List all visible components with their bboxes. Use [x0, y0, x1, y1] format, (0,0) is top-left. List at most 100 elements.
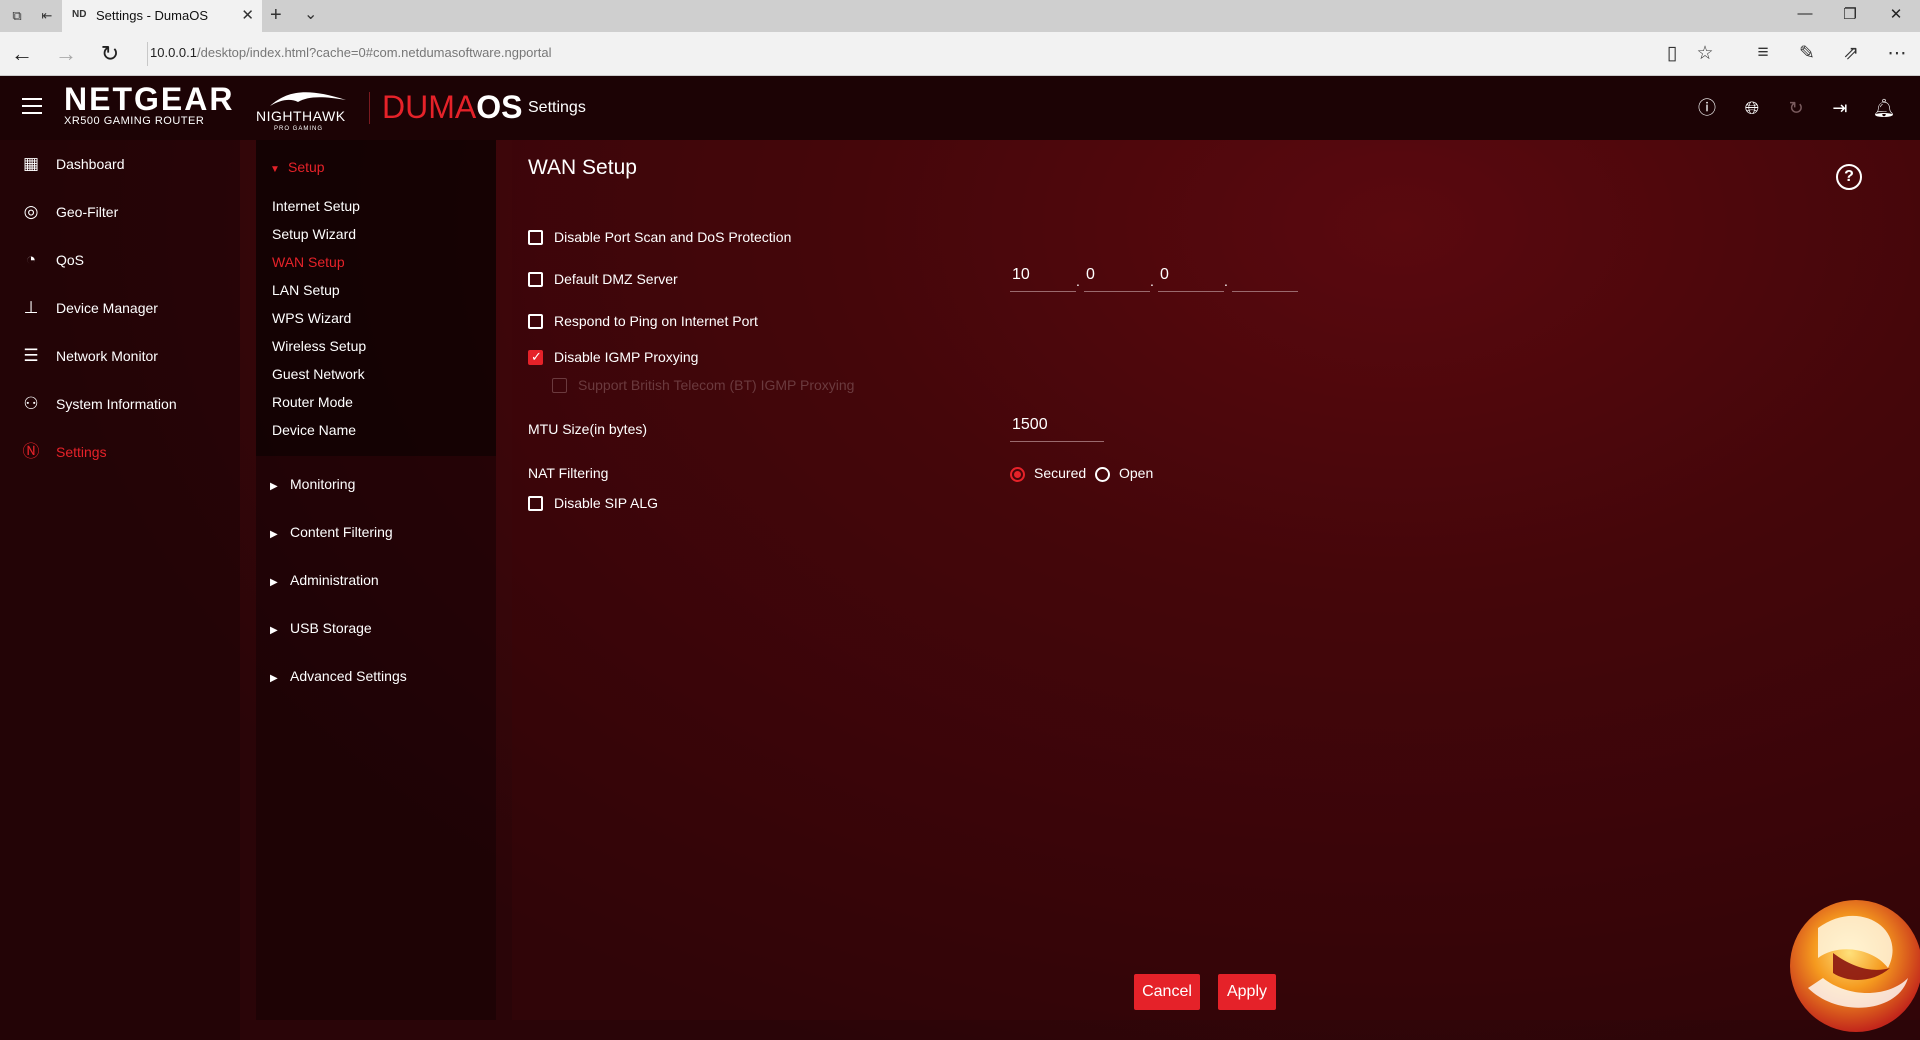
reading-view-icon[interactable]: ▯ [1659, 42, 1685, 65]
nav-item-device-manager[interactable]: ⊥ Device Manager [0, 288, 240, 328]
nav-label: Settings [56, 444, 107, 460]
update-icon[interactable]: ↻ [1784, 96, 1808, 120]
subnav-item-setup-wizard[interactable]: Setup Wizard [272, 226, 356, 242]
ip-dot: . [1150, 273, 1154, 289]
dmz-ip-octet-2[interactable]: 0 [1084, 262, 1150, 292]
ip-dot: . [1076, 273, 1080, 289]
checkbox[interactable] [528, 230, 543, 245]
nav-item-settings[interactable]: Ⓝ Settings [0, 432, 240, 472]
mtu-input[interactable]: 1500 [1010, 410, 1104, 442]
mtu-label: MTU Size(in bytes) [528, 421, 648, 437]
qos-icon: ◔ [25, 250, 37, 269]
triangle-right-icon: ▶ [270, 577, 278, 588]
share-icon[interactable]: ⇗ [1838, 42, 1864, 65]
url-field[interactable]: 10.0.0.1/desktop/index.html?cache=0#com.… [150, 45, 1050, 60]
forward-icon[interactable]: → [52, 41, 80, 67]
brand-name: NETGEAR [64, 81, 235, 117]
triangle-right-icon: ▶ [270, 481, 278, 492]
option-label: Respond to Ping on Internet Port [554, 313, 758, 329]
web-note-icon[interactable]: ✎ [1794, 42, 1820, 65]
window-close-icon[interactable]: ✕ [1886, 5, 1906, 23]
logout-icon[interactable]: ⇥ [1828, 96, 1852, 120]
checkbox[interactable] [528, 314, 543, 329]
checkbox[interactable] [528, 496, 543, 511]
checkbox-checked[interactable] [528, 349, 543, 365]
nat-option-label: Open [1119, 465, 1154, 481]
nav-label: Geo-Filter [56, 204, 119, 220]
help-icon[interactable]: ? [1836, 164, 1862, 190]
page-title: Settings [528, 99, 586, 116]
network-monitor-icon: ☰ [23, 346, 39, 365]
subnav-group-advanced-settings[interactable]: ▶ Advanced Settings [270, 668, 407, 684]
dumaos-duma: DUMA [382, 89, 477, 125]
subnav-group-setup[interactable]: ▼ Setup [270, 159, 325, 175]
url-host: 10.0.0.1 [150, 45, 197, 60]
tab-actions-icon[interactable]: ⧉ [8, 7, 26, 25]
info-icon[interactable]: ⓘ [1695, 96, 1719, 120]
url-divider [147, 42, 148, 66]
nav-label: Device Manager [56, 300, 158, 316]
apply-button[interactable]: Apply [1218, 974, 1276, 1010]
subnav-item-wan-setup[interactable]: WAN Setup [272, 254, 345, 270]
subnav-item-router-mode[interactable]: Router Mode [272, 394, 353, 410]
subnav-group-administration[interactable]: ▶ Administration [270, 572, 379, 588]
subnav-item-device-name[interactable]: Device Name [272, 422, 356, 438]
set-tabs-aside-icon[interactable]: ⇤ [38, 7, 56, 25]
hub-icon[interactable]: ≡ [1750, 42, 1776, 64]
language-globe-icon[interactable]: 🌐︎ [1740, 96, 1764, 120]
tab-preview-chevron-icon[interactable]: ⌄ [304, 4, 317, 24]
option-label: Support British Telecom (BT) IGMP Proxyi… [578, 377, 855, 393]
nat-radio-open[interactable] [1095, 467, 1110, 482]
back-icon[interactable]: ← [8, 41, 36, 67]
subnav-item-internet-setup[interactable]: Internet Setup [272, 198, 360, 214]
favorite-star-icon[interactable]: ☆ [1692, 42, 1718, 65]
triangle-right-icon: ▶ [270, 673, 278, 684]
subnav-group-content-filtering[interactable]: ▶ Content Filtering [270, 524, 393, 540]
subnav-item-wireless-setup[interactable]: Wireless Setup [272, 338, 366, 354]
more-icon[interactable]: ⋯ [1884, 42, 1910, 65]
subnav-group-label: Content Filtering [290, 524, 393, 540]
browser-tab[interactable]: ND Settings - DumaOS ✕ [62, 0, 262, 32]
refresh-icon[interactable]: ↻ [96, 41, 124, 67]
panel-title: WAN Setup [528, 156, 637, 179]
browser-tab-bar: ⧉ ⇤ ND Settings - DumaOS ✕ + ⌄ — ❐ ✕ [0, 0, 1920, 32]
subnav-group-monitoring[interactable]: ▶ Monitoring [270, 476, 355, 492]
dmz-ip-octet-4[interactable] [1232, 262, 1298, 292]
minimize-icon[interactable]: — [1795, 5, 1815, 22]
nav-item-system-information[interactable]: ⚇ System Information [0, 384, 240, 424]
subnav-group-label: Advanced Settings [290, 668, 407, 684]
wan-setup-panel: WAN Setup ? Disable Port Scan and DoS Pr… [512, 140, 1920, 1020]
option-label: Disable SIP ALG [554, 495, 659, 511]
dumaos-os: OS [476, 89, 523, 125]
dmz-ip-octet-3[interactable]: 0 [1158, 262, 1224, 292]
option-label: Disable Port Scan and DoS Protection [554, 229, 792, 245]
notifications-bell-icon[interactable]: 🔔︎ [1872, 96, 1896, 120]
dumaos-logo: DUMAOS [382, 89, 522, 125]
url-path: /desktop/index.html?cache=0#com.netdumas… [197, 45, 552, 60]
header-divider [369, 92, 370, 124]
subnav-group-label: USB Storage [290, 620, 372, 636]
nav-label: QoS [56, 252, 85, 268]
nav-item-geo-filter[interactable]: ◎ Geo-Filter [0, 192, 240, 232]
tab-favicon: ND [72, 9, 87, 20]
nat-radio-secured[interactable] [1010, 467, 1025, 482]
subnav-group-label: Setup [288, 159, 325, 175]
hamburger-menu-icon[interactable] [22, 98, 42, 119]
dmz-ip-octet-1[interactable]: 10 [1010, 262, 1076, 292]
nav-item-qos[interactable]: ◔ QoS [0, 240, 240, 280]
tab-close-icon[interactable]: ✕ [241, 6, 254, 24]
nat-option-label: Secured [1034, 465, 1087, 481]
checkbox[interactable] [528, 272, 543, 287]
subnav-group-usb-storage[interactable]: ▶ USB Storage [270, 620, 372, 636]
subnav-item-lan-setup[interactable]: LAN Setup [272, 282, 340, 298]
subnav-item-guest-network[interactable]: Guest Network [272, 366, 365, 382]
nav-label: System Information [56, 396, 177, 412]
nav-item-dashboard[interactable]: ▦ Dashboard [0, 144, 240, 184]
new-tab-icon[interactable]: + [270, 4, 282, 27]
restore-icon[interactable]: ❐ [1840, 5, 1860, 23]
cancel-button[interactable]: Cancel [1134, 974, 1200, 1010]
subnav-group-label: Monitoring [290, 476, 356, 492]
nav-item-network-monitor[interactable]: ☰ Network Monitor [0, 336, 240, 376]
subnav-group-label: Administration [290, 572, 379, 588]
subnav-item-wps-wizard[interactable]: WPS Wizard [272, 310, 351, 326]
